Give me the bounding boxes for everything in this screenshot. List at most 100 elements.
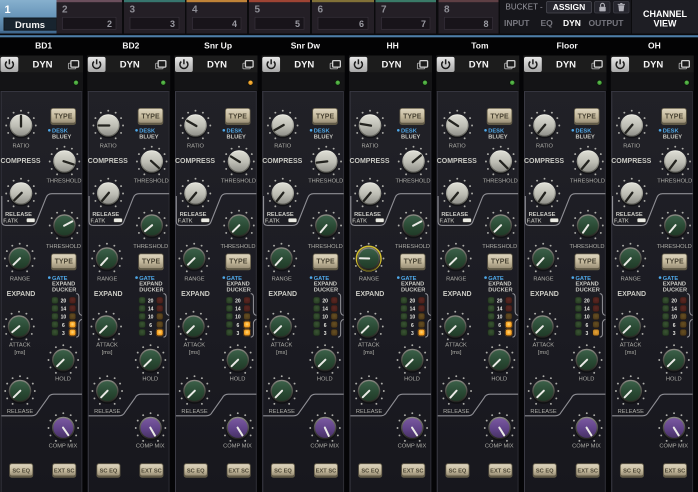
svg-text:EXPAND: EXPAND: [617, 291, 646, 298]
svg-text:EXPAND: EXPAND: [530, 291, 559, 298]
svg-text:DUCKER: DUCKER: [52, 287, 76, 293]
svg-text:F.ATK: F.ATK: [614, 218, 629, 224]
svg-text:[ms]: [ms]: [102, 350, 113, 356]
svg-text:20: 20: [584, 299, 590, 305]
svg-text:COMPRESS: COMPRESS: [262, 158, 302, 165]
svg-text:TYPE: TYPE: [490, 113, 509, 120]
svg-text:Tom: Tom: [471, 41, 489, 51]
svg-text:RELEASE: RELEASE: [530, 409, 556, 415]
svg-text:ATTACK: ATTACK: [184, 343, 206, 349]
svg-text:EXPAND: EXPAND: [94, 291, 123, 298]
svg-text:ATTACK: ATTACK: [358, 343, 380, 349]
svg-text:COMP MIX: COMP MIX: [572, 444, 601, 450]
svg-text:6: 6: [411, 323, 414, 329]
svg-text:SC EQ: SC EQ: [100, 468, 118, 474]
svg-text:10: 10: [148, 315, 154, 321]
svg-text:HH: HH: [386, 41, 398, 51]
svg-text:DYN: DYN: [643, 60, 663, 71]
svg-text:1: 1: [5, 4, 11, 16]
svg-text:[ms]: [ms]: [451, 350, 462, 356]
svg-text:EXPAND: EXPAND: [356, 291, 385, 298]
svg-text:SC EQ: SC EQ: [623, 468, 641, 474]
svg-text:8: 8: [444, 5, 450, 16]
svg-text:Snr Dw: Snr Dw: [291, 41, 321, 51]
svg-text:EXT SC: EXT SC: [54, 468, 75, 474]
svg-text:6: 6: [237, 323, 240, 329]
svg-text:EXT SC: EXT SC: [316, 468, 337, 474]
svg-text:[ms]: [ms]: [276, 350, 287, 356]
svg-text:COMP MIX: COMP MIX: [136, 444, 165, 450]
svg-text:[ms]: [ms]: [363, 350, 374, 356]
svg-text:4: 4: [232, 19, 237, 29]
svg-text:TYPE: TYPE: [316, 259, 335, 266]
svg-text:7: 7: [381, 5, 387, 16]
svg-text:TYPE: TYPE: [54, 113, 73, 120]
svg-text:RELEASE: RELEASE: [267, 212, 294, 218]
svg-text:10: 10: [497, 315, 503, 321]
svg-text:RANGE: RANGE: [272, 277, 292, 283]
svg-text:RANGE: RANGE: [359, 277, 379, 283]
svg-text:TYPE: TYPE: [229, 113, 248, 120]
svg-text:EXT SC: EXT SC: [665, 468, 686, 474]
svg-text:HOLD: HOLD: [142, 377, 158, 383]
svg-text:BLUEY: BLUEY: [227, 134, 246, 140]
svg-text:THRESHOLD: THRESHOLD: [395, 179, 430, 185]
svg-text:EXPAND: EXPAND: [7, 291, 36, 298]
svg-text:RELEASE: RELEASE: [529, 212, 556, 218]
svg-text:ATTACK: ATTACK: [96, 343, 118, 349]
svg-text:THRESHOLD: THRESHOLD: [221, 179, 256, 185]
svg-text:3: 3: [149, 331, 152, 337]
svg-text:F.ATK: F.ATK: [527, 218, 542, 224]
svg-text:6: 6: [149, 323, 152, 329]
svg-text:TYPE: TYPE: [141, 113, 160, 120]
svg-text:BLUEY: BLUEY: [314, 134, 333, 140]
svg-text:14: 14: [61, 307, 67, 313]
svg-text:COMPRESS: COMPRESS: [437, 158, 477, 165]
svg-text:EXT SC: EXT SC: [141, 468, 162, 474]
svg-text:INPUT: INPUT: [504, 18, 530, 28]
svg-text:DUCKER: DUCKER: [488, 287, 512, 293]
svg-text:3: 3: [498, 331, 501, 337]
svg-text:F.ATK: F.ATK: [265, 218, 280, 224]
svg-text:RELEASE: RELEASE: [181, 409, 207, 415]
svg-text:BLUEY: BLUEY: [401, 134, 420, 140]
svg-text:RELEASE: RELEASE: [441, 212, 468, 218]
svg-text:COMPRESS: COMPRESS: [88, 158, 128, 165]
svg-text:HOLD: HOLD: [317, 377, 333, 383]
svg-text:10: 10: [410, 315, 416, 321]
svg-text:10: 10: [61, 315, 67, 321]
svg-text:3: 3: [130, 5, 136, 16]
svg-text:DYN: DYN: [381, 60, 401, 71]
svg-text:ATTACK: ATTACK: [9, 343, 31, 349]
svg-text:OH: OH: [648, 41, 661, 51]
svg-text:[ms]: [ms]: [625, 350, 636, 356]
svg-text:COMP MIX: COMP MIX: [659, 444, 688, 450]
svg-text:COMPRESS: COMPRESS: [611, 158, 651, 165]
svg-text:RELEASE: RELEASE: [94, 409, 120, 415]
svg-text:BLUEY: BLUEY: [52, 134, 71, 140]
svg-text:HOLD: HOLD: [666, 377, 682, 383]
svg-text:20: 20: [671, 299, 677, 305]
svg-text:COMPRESS: COMPRESS: [175, 158, 215, 165]
svg-text:THRESHOLD: THRESHOLD: [570, 179, 605, 185]
svg-text:THRESHOLD: THRESHOLD: [657, 179, 692, 185]
svg-text:THRESHOLD: THRESHOLD: [569, 244, 604, 250]
svg-text:THRESHOLD: THRESHOLD: [483, 179, 518, 185]
svg-text:RELEASE: RELEASE: [7, 409, 33, 415]
svg-text:RELEASE: RELEASE: [180, 212, 207, 218]
svg-text:[ms]: [ms]: [538, 350, 549, 356]
svg-text:RANGE: RANGE: [533, 277, 553, 283]
svg-text:RATIO: RATIO: [274, 144, 292, 150]
svg-text:RATIO: RATIO: [13, 144, 31, 150]
svg-text:RANGE: RANGE: [97, 277, 117, 283]
svg-text:DYN: DYN: [294, 60, 314, 71]
svg-text:EXT SC: EXT SC: [403, 468, 424, 474]
svg-text:F.ATK: F.ATK: [3, 218, 18, 224]
svg-text:RELEASE: RELEASE: [618, 409, 644, 415]
svg-text:EXPAND: EXPAND: [181, 291, 210, 298]
svg-text:RELEASE: RELEASE: [443, 409, 469, 415]
svg-text:COMPRESS: COMPRESS: [349, 158, 389, 165]
svg-text:SC EQ: SC EQ: [12, 468, 30, 474]
svg-text:RELEASE: RELEASE: [5, 212, 32, 218]
svg-text:HOLD: HOLD: [491, 377, 507, 383]
